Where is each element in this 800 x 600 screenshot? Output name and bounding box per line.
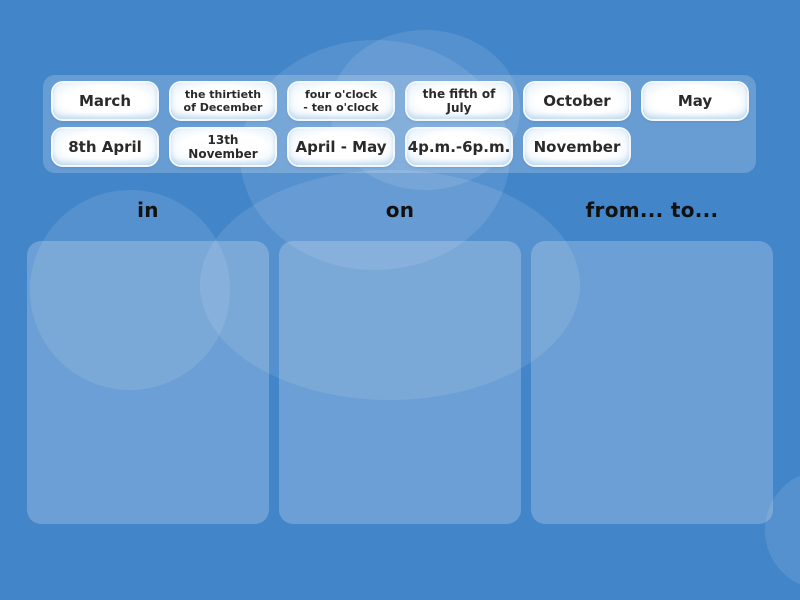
column-title-on: on [385, 198, 415, 222]
word-card[interactable]: May [643, 83, 747, 119]
word-card[interactable]: March [53, 83, 157, 119]
word-card[interactable]: October [525, 83, 629, 119]
drop-zone-from-to[interactable] [531, 241, 773, 524]
word-card[interactable]: 4p.m.-6p.m. [407, 129, 511, 165]
card-label: March [78, 92, 132, 110]
card-label: October [543, 92, 611, 110]
word-card[interactable]: April - May [289, 129, 393, 165]
word-card[interactable]: the thirtieth of December [171, 83, 275, 119]
card-label: 13th November [188, 133, 258, 161]
card-label: the thirtieth of December [183, 88, 263, 114]
card-label: 8th April [68, 138, 142, 156]
card-label: four o'clock - ten o'clock [303, 88, 379, 114]
drop-zone-in[interactable] [27, 241, 269, 524]
word-card[interactable]: 13th November [171, 129, 275, 165]
card-label: April - May [295, 138, 387, 156]
column-title-from-to: from... to... [585, 198, 719, 222]
column-title-in: in [137, 198, 159, 222]
word-card[interactable]: four o'clock - ten o'clock [289, 83, 393, 119]
word-card[interactable]: 8th April [53, 129, 157, 165]
card-label: May [677, 92, 713, 110]
word-card[interactable]: November [525, 129, 629, 165]
card-label: 4p.m.-6p.m. [407, 138, 511, 156]
card-label: November [533, 138, 621, 156]
drop-zone-on[interactable] [279, 241, 521, 524]
card-label: the fifth of July [422, 87, 496, 115]
word-card[interactable]: the fifth of July [407, 83, 511, 119]
